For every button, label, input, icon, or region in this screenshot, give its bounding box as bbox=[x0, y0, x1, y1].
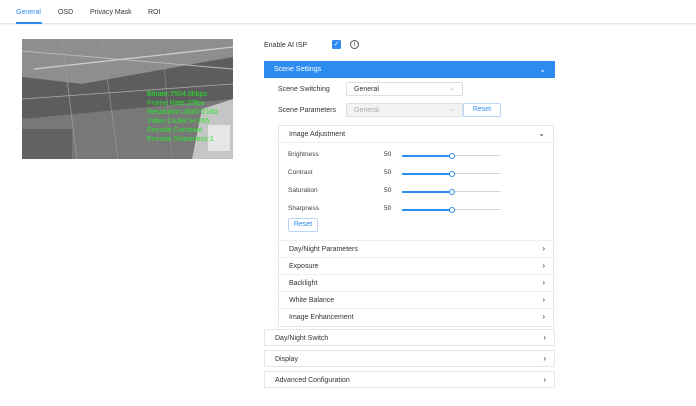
group-day-night-switch[interactable]: Day/Night Switch › bbox=[264, 329, 555, 346]
contrast-row: Contrast 50 bbox=[279, 167, 553, 179]
osd-overlay: Bitrate:7504.0kbps Frame Rate:25fps Reso… bbox=[147, 89, 218, 143]
scene-switching-select[interactable]: General ⌄ bbox=[346, 82, 463, 96]
image-adjustment-header[interactable]: Image Adjustment ⌄ bbox=[279, 126, 553, 143]
tab-bar: General OSD Privacy Mask ROI bbox=[0, 0, 696, 24]
slider-fill bbox=[402, 154, 452, 157]
osd-line: Frame Rate:25fps bbox=[147, 98, 205, 107]
chevron-right-icon: › bbox=[542, 295, 545, 304]
group-label: Day/Night Switch bbox=[275, 335, 329, 342]
slider-handle[interactable] bbox=[448, 206, 455, 213]
chevron-right-icon: › bbox=[543, 333, 546, 342]
info-icon[interactable]: i bbox=[350, 40, 359, 49]
chevron-right-icon: › bbox=[542, 278, 545, 287]
tab-osd[interactable]: OSD bbox=[58, 9, 73, 16]
group-label: Display bbox=[275, 356, 298, 363]
chevron-right-icon: › bbox=[542, 261, 545, 270]
sub-section-backlight[interactable]: Backlight › bbox=[279, 274, 553, 291]
scene-parameters-value: General bbox=[354, 107, 379, 114]
enable-ai-isp-checkbox[interactable]: ✓ bbox=[332, 40, 341, 49]
osd-line: Bitrate:7504.0kbps bbox=[147, 89, 207, 98]
sharpness-value[interactable]: 50 bbox=[384, 205, 391, 212]
chevron-right-icon: › bbox=[543, 354, 546, 363]
slider-handle[interactable] bbox=[448, 188, 455, 195]
brightness-label: Brightness bbox=[288, 151, 319, 158]
chevron-down-icon: ⌄ bbox=[449, 106, 455, 113]
enable-ai-isp-label: Enable AI ISP bbox=[264, 42, 308, 49]
chevron-right-icon: › bbox=[543, 375, 546, 384]
sub-section-day-night-parameters[interactable]: Day/Night Parameters › bbox=[279, 240, 553, 257]
main-content: Bitrate:7504.0kbps Frame Rate:25fps Reso… bbox=[0, 25, 696, 406]
brightness-row: Brightness 50 bbox=[279, 149, 553, 161]
scene-switching-value: General bbox=[354, 86, 379, 93]
osd-line: Encode:Constant bbox=[147, 125, 203, 134]
active-tab-indicator bbox=[16, 22, 42, 24]
sharpness-label: Sharpness bbox=[288, 205, 320, 212]
group-label: Advanced Configuration bbox=[275, 377, 350, 384]
scene-parameters-select[interactable]: General ⌄ bbox=[346, 103, 463, 117]
sharpness-row: Sharpness 50 bbox=[279, 203, 553, 215]
tab-roi[interactable]: ROI bbox=[148, 9, 160, 16]
sub-section-exposure[interactable]: Exposure › bbox=[279, 257, 553, 274]
image-adjustment-title: Image Adjustment bbox=[289, 131, 346, 138]
sub-section-white-balance[interactable]: White Balance › bbox=[279, 291, 553, 308]
osd-line: Video Codec:H.265 bbox=[147, 116, 210, 125]
image-adjustment-panel: Image Adjustment ⌄ Brightness 50 Contras… bbox=[278, 125, 554, 327]
brightness-slider[interactable] bbox=[402, 152, 501, 159]
saturation-value[interactable]: 50 bbox=[384, 187, 391, 194]
slider-fill bbox=[402, 208, 452, 211]
group-display[interactable]: Display › bbox=[264, 350, 555, 367]
brightness-value[interactable]: 50 bbox=[384, 151, 391, 158]
scene-settings-title: Scene Settings bbox=[274, 66, 322, 73]
sharpness-slider[interactable] bbox=[402, 206, 501, 213]
scene-switching-label: Scene Switching bbox=[278, 86, 330, 93]
osd-line: Resolution:3840*2160 bbox=[147, 107, 218, 116]
scene-parameters-label: Scene Parameters bbox=[278, 107, 336, 114]
chevron-right-icon: › bbox=[542, 244, 545, 253]
sub-section-image-enhancement[interactable]: Image Enhancement › bbox=[279, 308, 553, 325]
group-advanced-configuration[interactable]: Advanced Configuration › bbox=[264, 371, 555, 388]
slider-handle[interactable] bbox=[448, 152, 455, 159]
contrast-slider[interactable] bbox=[402, 170, 501, 177]
sub-section-label: Backlight bbox=[289, 280, 318, 287]
sub-section-label: Exposure bbox=[289, 263, 319, 270]
osd-line: Encode Sharpness:1 bbox=[147, 134, 214, 143]
tab-general[interactable]: General bbox=[16, 9, 41, 16]
video-preview: Bitrate:7504.0kbps Frame Rate:25fps Reso… bbox=[22, 39, 233, 159]
saturation-label: Saturation bbox=[288, 187, 318, 194]
image-adjustment-reset-button[interactable]: Reset bbox=[288, 218, 318, 232]
tab-privacy-mask[interactable]: Privacy Mask bbox=[90, 9, 132, 16]
contrast-label: Contrast bbox=[288, 169, 313, 176]
saturation-row: Saturation 50 bbox=[279, 185, 553, 197]
scene-settings-header[interactable]: Scene Settings ⌄ bbox=[264, 61, 555, 78]
sub-section-label: Image Enhancement bbox=[289, 314, 354, 321]
slider-fill bbox=[402, 172, 452, 175]
sub-section-label: Day/Night Parameters bbox=[289, 246, 358, 253]
chevron-down-icon: ⌄ bbox=[449, 85, 455, 92]
chevron-right-icon: › bbox=[542, 312, 545, 321]
scene-reset-button[interactable]: Reset bbox=[463, 103, 501, 117]
sub-section-label: White Balance bbox=[289, 297, 335, 304]
saturation-slider[interactable] bbox=[402, 188, 501, 195]
slider-handle[interactable] bbox=[448, 170, 455, 177]
chevron-down-icon: ⌄ bbox=[538, 129, 545, 138]
slider-fill bbox=[402, 190, 452, 193]
contrast-value[interactable]: 50 bbox=[384, 169, 391, 176]
chevron-down-icon: ⌄ bbox=[539, 65, 546, 74]
